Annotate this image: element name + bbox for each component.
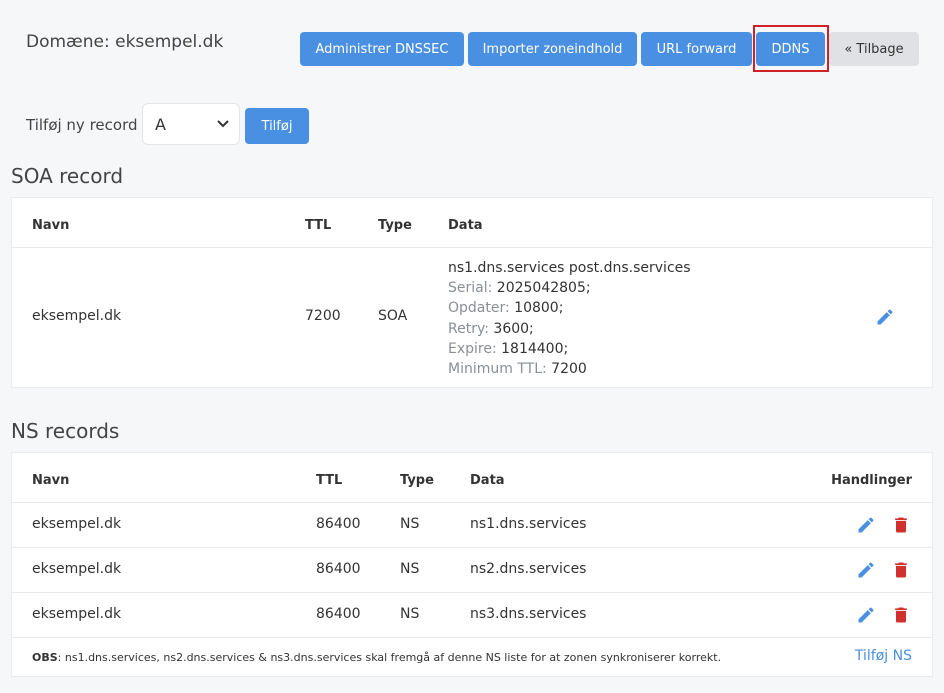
serial-label: Serial: bbox=[448, 280, 493, 297]
ns-section-title: NS records bbox=[11, 419, 120, 443]
soa-table: Navn TTL Type Data eksempel.dk 7200 SOA … bbox=[11, 197, 933, 388]
col-header-type: Type bbox=[378, 218, 412, 233]
soa-section-title: SOA record bbox=[11, 164, 124, 188]
trash-icon[interactable] bbox=[891, 560, 911, 580]
chevron-down-icon bbox=[217, 118, 229, 131]
note-label: OBS bbox=[32, 651, 58, 664]
back-button[interactable]: « Tilbage bbox=[829, 32, 919, 66]
url-forward-button[interactable]: URL forward bbox=[641, 32, 752, 66]
domain-title: Domæne: eksempel.dk bbox=[26, 32, 224, 52]
ns-type: NS bbox=[400, 561, 420, 577]
ddns-button[interactable]: DDNS bbox=[756, 32, 825, 66]
add-record-button[interactable]: Tilføj bbox=[245, 108, 309, 144]
divider bbox=[12, 637, 932, 638]
col-header-data: Data bbox=[470, 473, 505, 488]
ns-ttl: 86400 bbox=[316, 606, 361, 622]
col-header-name: Navn bbox=[32, 473, 70, 488]
trash-icon[interactable] bbox=[891, 605, 911, 625]
refresh-value: 10800; bbox=[514, 300, 564, 317]
table-row: eksempel.dk 7200 SOA ns1.dns.services po… bbox=[12, 248, 932, 387]
col-header-data: Data bbox=[448, 218, 483, 233]
pencil-icon[interactable] bbox=[856, 560, 876, 580]
soa-data-main: ns1.dns.services post.dns.services bbox=[448, 260, 691, 276]
col-header-type: Type bbox=[400, 473, 434, 488]
ns-type: NS bbox=[400, 516, 420, 532]
retry-value: 3600; bbox=[493, 320, 534, 337]
refresh-label: Opdater: bbox=[448, 300, 510, 317]
col-header-ttl: TTL bbox=[305, 218, 332, 233]
ns-data: ns2.dns.services bbox=[470, 561, 587, 577]
ns-type: NS bbox=[400, 606, 420, 622]
dnssec-button[interactable]: Administrer DNSSEC bbox=[300, 32, 464, 66]
soa-ttl: 7200 bbox=[305, 308, 341, 324]
ns-data: ns3.dns.services bbox=[470, 606, 587, 622]
record-type-value: A bbox=[155, 114, 166, 134]
table-row: eksempel.dk 86400 NS ns2.dns.services bbox=[12, 548, 932, 593]
pencil-icon[interactable] bbox=[856, 605, 876, 625]
add-ns-link[interactable]: Tilføj NS bbox=[855, 648, 912, 664]
col-header-ttl: TTL bbox=[316, 473, 343, 488]
min-ttl-label: Minimum TTL: bbox=[448, 361, 547, 378]
ns-ttl: 86400 bbox=[316, 561, 361, 577]
soa-name: eksempel.dk bbox=[32, 308, 122, 324]
ns-name: eksempel.dk bbox=[32, 606, 122, 622]
table-row: eksempel.dk 86400 NS ns3.dns.services bbox=[12, 593, 932, 638]
ns-name: eksempel.dk bbox=[32, 516, 122, 532]
ns-ttl: 86400 bbox=[316, 516, 361, 532]
record-type-select[interactable]: A bbox=[142, 103, 240, 145]
pencil-icon[interactable] bbox=[856, 515, 876, 535]
serial-value: 2025042805; bbox=[496, 280, 591, 297]
soa-type: SOA bbox=[378, 308, 408, 324]
import-zone-button[interactable]: Importer zoneindhold bbox=[468, 32, 637, 66]
note-text: : ns1.dns.services, ns2.dns.services & n… bbox=[57, 651, 722, 664]
col-header-name: Navn bbox=[32, 218, 70, 233]
ns-sync-note: OBS: ns1.dns.services, ns2.dns.services … bbox=[32, 651, 721, 664]
ns-name: eksempel.dk bbox=[32, 561, 122, 577]
min-ttl-value: 7200 bbox=[551, 361, 587, 378]
expire-value: 1814400; bbox=[501, 340, 569, 357]
ns-table: Navn TTL Type Data Handlinger eksempel.d… bbox=[11, 452, 933, 677]
trash-icon[interactable] bbox=[891, 515, 911, 535]
pencil-icon[interactable] bbox=[875, 307, 895, 327]
table-row: eksempel.dk 86400 NS ns1.dns.services bbox=[12, 503, 932, 548]
ns-data: ns1.dns.services bbox=[470, 516, 587, 532]
add-record-label: Tilføj ny record bbox=[26, 116, 138, 134]
soa-data: ns1.dns.services post.dns.services Seria… bbox=[448, 258, 691, 379]
retry-label: Retry: bbox=[448, 320, 489, 337]
expire-label: Expire: bbox=[448, 340, 497, 357]
col-header-actions: Handlinger bbox=[831, 473, 912, 488]
